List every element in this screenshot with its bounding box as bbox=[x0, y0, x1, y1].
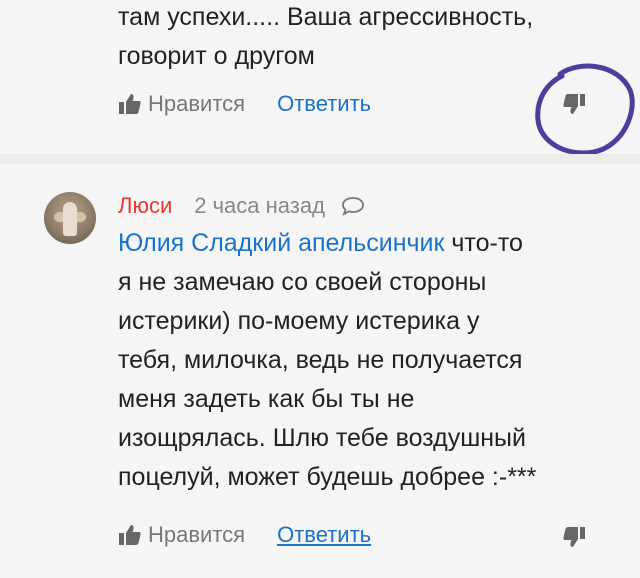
comment-card-bottom: Люси 2 часа назад Юлия Сладкий апельсинч… bbox=[0, 164, 640, 578]
reply-link[interactable]: Ответить bbox=[277, 522, 371, 548]
comment-text: Юлия Сладкий апельсинчик что-то я не заме… bbox=[118, 224, 618, 497]
like-button[interactable]: Нравится bbox=[118, 91, 245, 117]
comment-line: говорит о другом bbox=[118, 42, 315, 70]
comment-bubble-icon[interactable] bbox=[341, 196, 365, 216]
author-name[interactable]: Люси bbox=[118, 193, 172, 219]
comment-card-top: там успехи..... Ваша агрессивность, говор… bbox=[0, 0, 640, 156]
comment-actions: Нравится Ответить bbox=[118, 519, 371, 551]
comment-separator bbox=[0, 154, 640, 164]
comment-header: Люси 2 часа назад bbox=[118, 190, 365, 222]
mention-link[interactable]: Юлия Сладкий апельсинчик bbox=[118, 229, 444, 257]
comment-actions: Нравится Ответить bbox=[118, 88, 371, 120]
comment-line: я не замечаю со своей стороны bbox=[118, 268, 487, 296]
like-label: Нравится bbox=[148, 91, 246, 116]
comment-line: меня задеть как бы ты не bbox=[118, 385, 415, 413]
reply-link[interactable]: Ответить bbox=[277, 91, 371, 117]
comment-line: истерики) по-моему истерика у bbox=[118, 307, 480, 335]
comment-time: 2 часа назад bbox=[194, 193, 325, 218]
comment-line: поцелуй, может будешь добрее :-*** bbox=[118, 463, 537, 491]
comment-line: там успехи..... Ваша агрессивность, bbox=[118, 3, 534, 31]
comment-line: что-то bbox=[444, 229, 523, 257]
comment-line: тебя, милочка, ведь не получается bbox=[118, 346, 523, 374]
thumbs-down-icon[interactable] bbox=[562, 93, 586, 115]
thumbs-up-icon bbox=[119, 525, 141, 545]
like-button[interactable]: Нравится bbox=[118, 522, 245, 548]
like-label: Нравится bbox=[148, 522, 246, 547]
thumbs-up-icon bbox=[119, 94, 141, 114]
avatar[interactable] bbox=[44, 192, 96, 244]
comment-text: там успехи..... Ваша агрессивность, говор… bbox=[118, 0, 618, 76]
comment-line: изощрялась. Шлю тебе воздушный bbox=[118, 424, 526, 452]
thumbs-down-icon[interactable] bbox=[562, 526, 586, 548]
